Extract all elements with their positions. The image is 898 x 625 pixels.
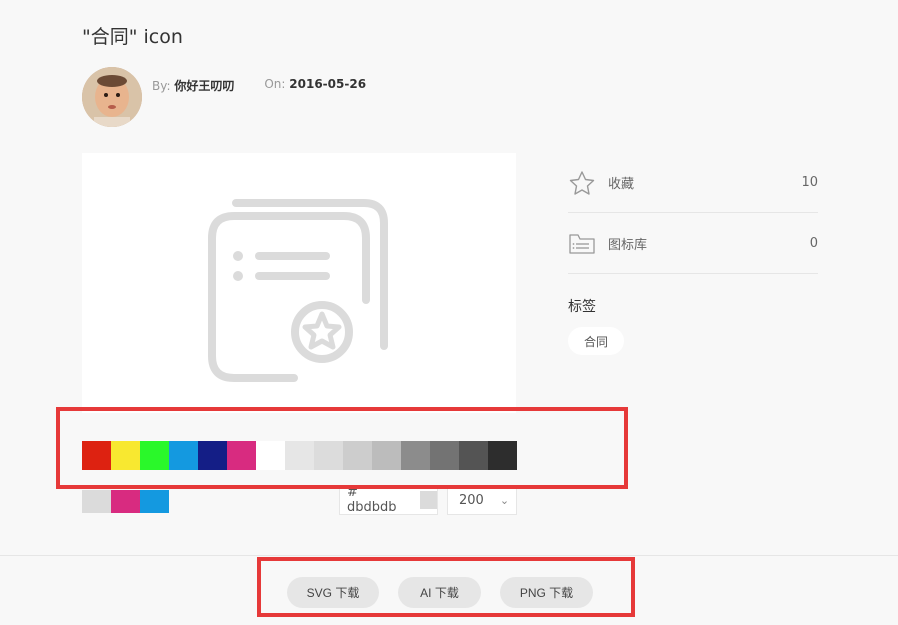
recent-colors	[82, 490, 169, 513]
folder-list-icon	[569, 233, 595, 254]
star-icon	[569, 170, 595, 195]
avatar-image	[82, 67, 142, 127]
recent-color-swatch[interactable]	[82, 490, 111, 513]
recent-color-swatch[interactable]	[140, 490, 169, 513]
author-name[interactable]: 你好王叨叨	[174, 79, 234, 93]
size-value: 200	[459, 492, 484, 508]
author-info: By: 你好王叨叨	[152, 77, 234, 94]
chevron-down-icon: ⌄	[499, 493, 510, 507]
favorite-label: 收藏	[608, 177, 635, 192]
hex-color-input[interactable]: # dbdbdb	[339, 485, 438, 515]
size-select[interactable]: 200 ⌄	[447, 485, 517, 515]
date-info: On: 2016-05-26	[264, 77, 366, 94]
on-label: On:	[264, 77, 286, 91]
library-row[interactable]: 图标库 0	[568, 214, 818, 274]
author-meta: By: 你好王叨叨 On: 2016-05-26	[152, 77, 366, 94]
tags-heading: 标签	[568, 299, 596, 315]
hex-color-chip	[419, 491, 437, 509]
by-label: By:	[152, 79, 171, 93]
favorite-count: 10	[801, 175, 818, 190]
avatar[interactable]	[82, 67, 142, 127]
recent-color-swatch[interactable]	[111, 490, 140, 513]
favorite-row[interactable]: 收藏 10	[568, 153, 818, 213]
palette-highlight-box	[56, 407, 628, 489]
hex-value: # dbdbdb	[347, 485, 397, 515]
publish-date: 2016-05-26	[289, 77, 367, 91]
icon-preview	[82, 153, 516, 413]
library-count: 0	[809, 236, 818, 251]
contract-icon	[208, 199, 388, 382]
download-highlight-box	[257, 557, 635, 617]
page-title: "合同" icon	[82, 26, 183, 48]
footer-divider	[0, 555, 898, 556]
library-label: 图标库	[608, 238, 648, 253]
tag-item[interactable]: 合同	[568, 327, 624, 355]
